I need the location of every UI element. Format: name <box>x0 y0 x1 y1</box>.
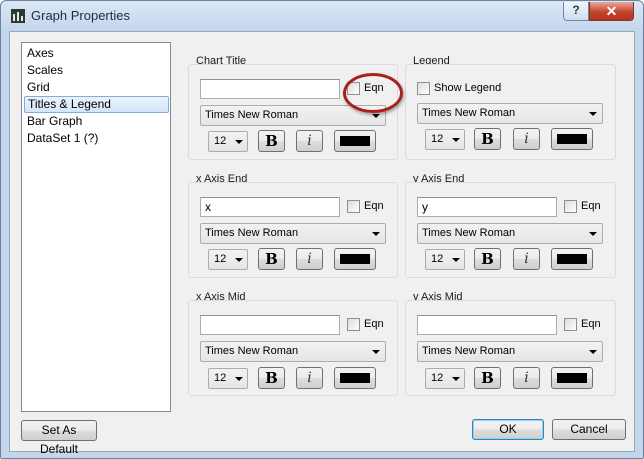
chart-title-size-select[interactable]: 12 <box>208 131 248 152</box>
x-axis-end-color-button[interactable] <box>334 248 376 270</box>
y-axis-end-color-button[interactable] <box>551 248 593 270</box>
x-axis-mid-color-button[interactable] <box>334 367 376 389</box>
legend-font-select[interactable]: Times New Roman <box>417 103 603 124</box>
y-axis-mid-size-select[interactable]: 12 <box>425 368 465 389</box>
x-axis-mid-eqn-checkbox[interactable] <box>347 318 360 331</box>
chevron-down-icon <box>589 112 597 116</box>
x-axis-mid-bold-button[interactable]: B <box>258 367 285 389</box>
x-axis-mid-color-swatch <box>340 373 370 383</box>
x-axis-mid-italic-button[interactable]: i <box>296 367 323 389</box>
dialog-window: Graph Properties ? ✕ Axes Scales Grid Ti… <box>0 0 644 459</box>
chevron-down-icon <box>235 140 243 144</box>
show-legend-label: Show Legend <box>434 82 502 94</box>
y-axis-end-font-value: Times New Roman <box>422 227 516 239</box>
show-legend-checkbox[interactable] <box>417 82 430 95</box>
x-axis-end-eqn-checkbox[interactable] <box>347 200 360 213</box>
x-axis-mid-font-select[interactable]: Times New Roman <box>200 341 386 362</box>
ok-button[interactable]: OK <box>472 419 544 440</box>
x-axis-mid-eqn-label: Eqn <box>364 318 384 330</box>
dialog-client: Axes Scales Grid Titles & Legend Bar Gra… <box>9 31 635 456</box>
y-axis-mid-eqn-checkbox[interactable] <box>564 318 577 331</box>
legend-size-value: 12 <box>431 133 444 145</box>
sidebar-item-scales[interactable]: Scales <box>24 62 169 79</box>
y-axis-mid-bold-button[interactable]: B <box>474 367 501 389</box>
x-axis-end-font-value: Times New Roman <box>205 227 299 239</box>
sidebar-item-titles-legend[interactable]: Titles & Legend <box>24 96 169 113</box>
y-axis-mid-color-button[interactable] <box>551 367 593 389</box>
x-axis-mid-font-value: Times New Roman <box>205 345 299 357</box>
y-axis-mid-color-swatch <box>557 373 587 383</box>
y-axis-end-eqn-checkbox[interactable] <box>564 200 577 213</box>
y-axis-end-input[interactable]: y <box>417 197 557 217</box>
chevron-down-icon <box>452 138 460 142</box>
y-axis-mid-size-value: 12 <box>431 372 444 384</box>
legend-color-button[interactable] <box>551 128 593 150</box>
y-axis-end-font-select[interactable]: Times New Roman <box>417 223 603 244</box>
chart-title-size-value: 12 <box>214 135 227 147</box>
cancel-button[interactable]: Cancel <box>552 419 626 440</box>
window-title: Graph Properties <box>31 8 130 23</box>
sidebar-item-dataset-1[interactable]: DataSet 1 (?) <box>24 130 169 147</box>
legend-italic-button[interactable]: i <box>513 128 540 150</box>
chevron-down-icon <box>235 377 243 381</box>
sidebar-item-axes[interactable]: Axes <box>24 45 169 62</box>
category-list[interactable]: Axes Scales Grid Titles & Legend Bar Gra… <box>21 42 171 412</box>
legend-size-select[interactable]: 12 <box>425 129 465 150</box>
x-axis-end-size-select[interactable]: 12 <box>208 249 248 270</box>
close-button[interactable]: ✕ <box>589 2 634 21</box>
chart-title-color-swatch <box>340 136 370 146</box>
y-axis-mid-font-value: Times New Roman <box>422 345 516 357</box>
set-as-default-button[interactable]: Set As Default <box>21 420 97 456</box>
y-axis-end-eqn-label: Eqn <box>581 200 601 212</box>
sidebar-item-bar-graph[interactable]: Bar Graph <box>24 113 169 130</box>
x-axis-end-input[interactable]: x <box>200 197 340 217</box>
help-button[interactable]: ? <box>563 2 589 21</box>
y-axis-mid-font-select[interactable]: Times New Roman <box>417 341 603 362</box>
chart-title-color-button[interactable] <box>334 130 376 152</box>
x-axis-end-eqn-label: Eqn <box>364 200 384 212</box>
eqn-highlight-ring <box>343 73 403 113</box>
x-axis-end-bold-button[interactable]: B <box>258 248 285 270</box>
x-axis-end-font-select[interactable]: Times New Roman <box>200 223 386 244</box>
app-icon <box>11 9 25 23</box>
chevron-down-icon <box>589 350 597 354</box>
chevron-down-icon <box>372 350 380 354</box>
chart-title-input[interactable] <box>200 79 340 99</box>
chevron-down-icon <box>372 114 380 118</box>
x-axis-end-color-swatch <box>340 254 370 264</box>
y-axis-end-color-swatch <box>557 254 587 264</box>
chevron-down-icon <box>589 232 597 236</box>
x-axis-mid-size-value: 12 <box>214 372 227 384</box>
y-axis-mid-input[interactable] <box>417 315 557 335</box>
x-axis-end-italic-button[interactable]: i <box>296 248 323 270</box>
chevron-down-icon <box>235 258 243 262</box>
x-axis-mid-input[interactable] <box>200 315 340 335</box>
y-axis-mid-eqn-label: Eqn <box>581 318 601 330</box>
chart-title-bold-button[interactable]: B <box>258 130 285 152</box>
chart-title-italic-button[interactable]: i <box>296 130 323 152</box>
y-axis-end-size-value: 12 <box>431 253 444 265</box>
sidebar-item-grid[interactable]: Grid <box>24 79 169 96</box>
y-axis-mid-italic-button[interactable]: i <box>513 367 540 389</box>
title-bar[interactable]: Graph Properties ? ✕ <box>1 1 643 31</box>
chevron-down-icon <box>452 258 460 262</box>
chevron-down-icon <box>372 232 380 236</box>
y-axis-end-italic-button[interactable]: i <box>513 248 540 270</box>
chevron-down-icon <box>452 377 460 381</box>
close-icon: ✕ <box>605 3 618 19</box>
x-axis-end-size-value: 12 <box>214 253 227 265</box>
y-axis-end-bold-button[interactable]: B <box>474 248 501 270</box>
legend-color-swatch <box>557 134 587 144</box>
legend-font-value: Times New Roman <box>422 107 516 119</box>
legend-bold-button[interactable]: B <box>474 128 501 150</box>
x-axis-mid-size-select[interactable]: 12 <box>208 368 248 389</box>
chart-title-font-value: Times New Roman <box>205 109 299 121</box>
y-axis-end-size-select[interactable]: 12 <box>425 249 465 270</box>
